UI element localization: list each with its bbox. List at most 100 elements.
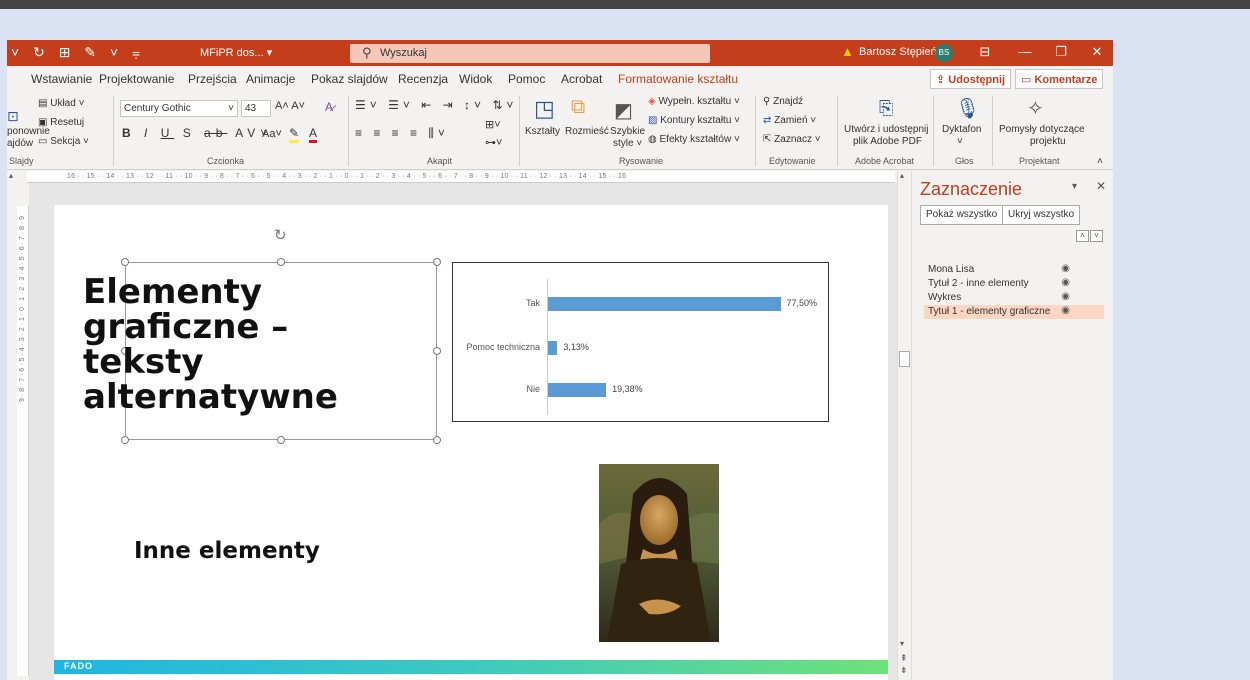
align-buttons[interactable]: ≡ ≡ ≡ ≡ ⫼˅: [355, 126, 449, 141]
slide-title-2[interactable]: Inne elementy: [134, 538, 320, 564]
scrollbar-thumb[interactable]: [899, 351, 910, 367]
chart-bar[interactable]: [548, 297, 781, 311]
resize-handle[interactable]: [277, 258, 285, 266]
scroll-down-icon[interactable]: ▾: [900, 639, 904, 648]
scroll-up-icon[interactable]: ▴: [900, 171, 904, 180]
change-case-button[interactable]: Aa˅: [262, 128, 282, 140]
bar-chart[interactable]: Tak 77,50% Pomoc techniczna 3,13% Nie 19,38%: [452, 262, 829, 422]
tab-acrobat[interactable]: Acrobat: [561, 72, 602, 86]
clear-format-icon[interactable]: A̷: [325, 100, 333, 114]
close-icon[interactable]: ✕: [1087, 44, 1107, 60]
quick-access-toolbar[interactable]: ˅ ↻ ⊞ ✎ ˅ ⩦: [11, 44, 145, 61]
tab-help[interactable]: Pomoc: [508, 72, 545, 86]
list-buttons[interactable]: ☰˅ ☰˅ ⇤ ⇥ ↕˅ ⇅˅: [355, 98, 517, 112]
selection-item-chart[interactable]: Wykres ◉: [924, 291, 1104, 305]
resize-handle[interactable]: [121, 258, 129, 266]
reuse-slides-icon[interactable]: ⊡: [7, 108, 19, 125]
mona-lisa-image[interactable]: [599, 464, 719, 642]
send-backward-icon[interactable]: ˅: [1090, 230, 1103, 242]
microphone-icon[interactable]: 🎙: [955, 96, 980, 121]
shapes-label[interactable]: Kształty: [525, 126, 560, 137]
next-slide-icon[interactable]: ⇟: [900, 665, 908, 676]
resize-handle[interactable]: [433, 258, 441, 266]
resize-handle[interactable]: [121, 436, 129, 444]
text-direction-icon[interactable]: ⊞˅: [485, 118, 501, 131]
chart-bar[interactable]: [548, 383, 607, 397]
tab-insert[interactable]: Wstawianie: [31, 72, 92, 86]
quick-styles-label-1[interactable]: Szybkie: [610, 126, 645, 137]
close-icon[interactable]: ✕: [1096, 179, 1106, 193]
collapse-ribbon-icon[interactable]: ˄: [1097, 156, 1103, 167]
reset-button[interactable]: ▣ Resetuj: [38, 117, 84, 128]
replace-button[interactable]: ⇄ Zamień ˅: [763, 115, 816, 126]
chevron-down-icon[interactable]: ˅: [957, 136, 963, 147]
replace-icon: ⇄: [763, 115, 775, 126]
font-style-buttons[interactable]: B I U S ab AV˅: [122, 126, 272, 140]
font-size-buttons[interactable]: A˄ A˅: [275, 100, 305, 112]
font-size-combo[interactable]: 43: [241, 100, 271, 117]
search-box[interactable]: ⚲ Wyszukaj: [350, 44, 710, 63]
bring-forward-icon[interactable]: ˄: [1076, 230, 1089, 242]
tab-design[interactable]: Projektowanie: [99, 72, 174, 86]
resize-handle[interactable]: [277, 436, 285, 444]
ribbon-display-icon[interactable]: ⊟: [975, 44, 995, 60]
tab-transitions[interactable]: Przejścia: [188, 72, 237, 86]
shape-outline-button[interactable]: ▨ Kontury kształtu ˅: [648, 115, 740, 126]
find-button[interactable]: ⚲ Znajdź: [763, 96, 803, 107]
design-ideas-label-2: projektu: [1030, 136, 1066, 147]
design-ideas-icon[interactable]: ✧: [1027, 96, 1044, 121]
avatar[interactable]: BS: [935, 44, 953, 62]
scroll-up-icon[interactable]: ▴: [9, 171, 19, 183]
vertical-scrollbar[interactable]: ▴ ▾ ⇞ ⇟: [897, 171, 911, 680]
smartart-icon[interactable]: ⊶˅: [485, 136, 502, 149]
warning-icon[interactable]: ▲: [841, 44, 854, 59]
design-ideas-label-1[interactable]: Pomysły dotyczące: [999, 124, 1085, 135]
selection-item-mona-lisa[interactable]: Mona Lisa ◉: [924, 263, 1104, 277]
eye-icon[interactable]: ◉: [1061, 263, 1070, 274]
selection-item-title-1[interactable]: Tytuł 1 - elementy graficzne ◉: [924, 305, 1104, 319]
quick-styles-icon[interactable]: ◩: [614, 98, 633, 123]
pane-options-icon[interactable]: ▾: [1072, 181, 1077, 192]
font-color-icon[interactable]: A: [309, 126, 318, 143]
create-pdf-label-2: plik Adobe PDF: [853, 136, 922, 147]
highlight-icon[interactable]: ✎: [289, 126, 300, 143]
chart-data-label: 3,13%: [563, 342, 589, 352]
minimize-icon[interactable]: —: [1015, 44, 1035, 59]
tab-slideshow[interactable]: Pokaz slajdów: [311, 72, 388, 86]
previous-slide-icon[interactable]: ⇞: [900, 653, 908, 664]
ribbon-separator: [933, 96, 934, 166]
create-pdf-icon[interactable]: ⎘: [879, 98, 893, 119]
show-all-button[interactable]: Pokaż wszystko: [920, 205, 1004, 225]
document-name[interactable]: MFiPR dos... ▾: [200, 46, 272, 59]
eye-icon[interactable]: ◉: [1061, 277, 1070, 288]
user-name[interactable]: Bartosz Stępień: [859, 46, 937, 58]
tab-view[interactable]: Widok: [459, 72, 492, 86]
rotate-handle-icon[interactable]: ↻: [274, 226, 287, 244]
tab-review[interactable]: Recenzja: [398, 72, 448, 86]
shape-fill-button[interactable]: ◈ Wypełn. kształtu ˅: [648, 96, 740, 107]
section-icon: ▭: [38, 136, 51, 147]
restore-icon[interactable]: ❐: [1051, 44, 1071, 60]
section-button[interactable]: ▭ Sekcja ˅: [38, 136, 89, 147]
hide-all-button[interactable]: Ukryj wszystko: [1002, 205, 1081, 225]
eye-icon[interactable]: ◉: [1061, 305, 1070, 316]
arrange-label[interactable]: Rozmieść: [565, 126, 609, 137]
tab-animations[interactable]: Animacje: [246, 72, 295, 86]
create-pdf-label-1[interactable]: Utwórz i udostępnij: [844, 124, 928, 135]
resize-handle[interactable]: [433, 347, 441, 355]
selection-item-title-2[interactable]: Tytuł 2 - inne elementy ◉: [924, 277, 1104, 291]
font-name-combo[interactable]: Century Gothic ˅: [120, 100, 238, 117]
dictate-label[interactable]: Dyktafon: [942, 124, 981, 135]
shapes-icon[interactable]: ◳: [534, 96, 555, 122]
share-button[interactable]: ⇪ Udostępnij: [930, 69, 1012, 89]
slide-title-1[interactable]: Elementy graficzne – teksty alternatywne: [83, 275, 383, 415]
resize-handle[interactable]: [433, 436, 441, 444]
select-button[interactable]: ⇱ Zaznacz ˅: [763, 134, 821, 145]
arrange-icon[interactable]: ⧉: [571, 96, 585, 119]
eye-icon[interactable]: ◉: [1061, 291, 1070, 302]
shape-effects-button[interactable]: ◍ Efekty kształtów ˅: [648, 134, 740, 145]
comments-button[interactable]: ▭ Komentarze: [1015, 69, 1104, 89]
tab-shape-format[interactable]: Formatowanie kształtu: [618, 72, 738, 86]
layout-button[interactable]: ▤ Układ ˅: [38, 98, 84, 109]
chart-bar[interactable]: [548, 341, 558, 355]
